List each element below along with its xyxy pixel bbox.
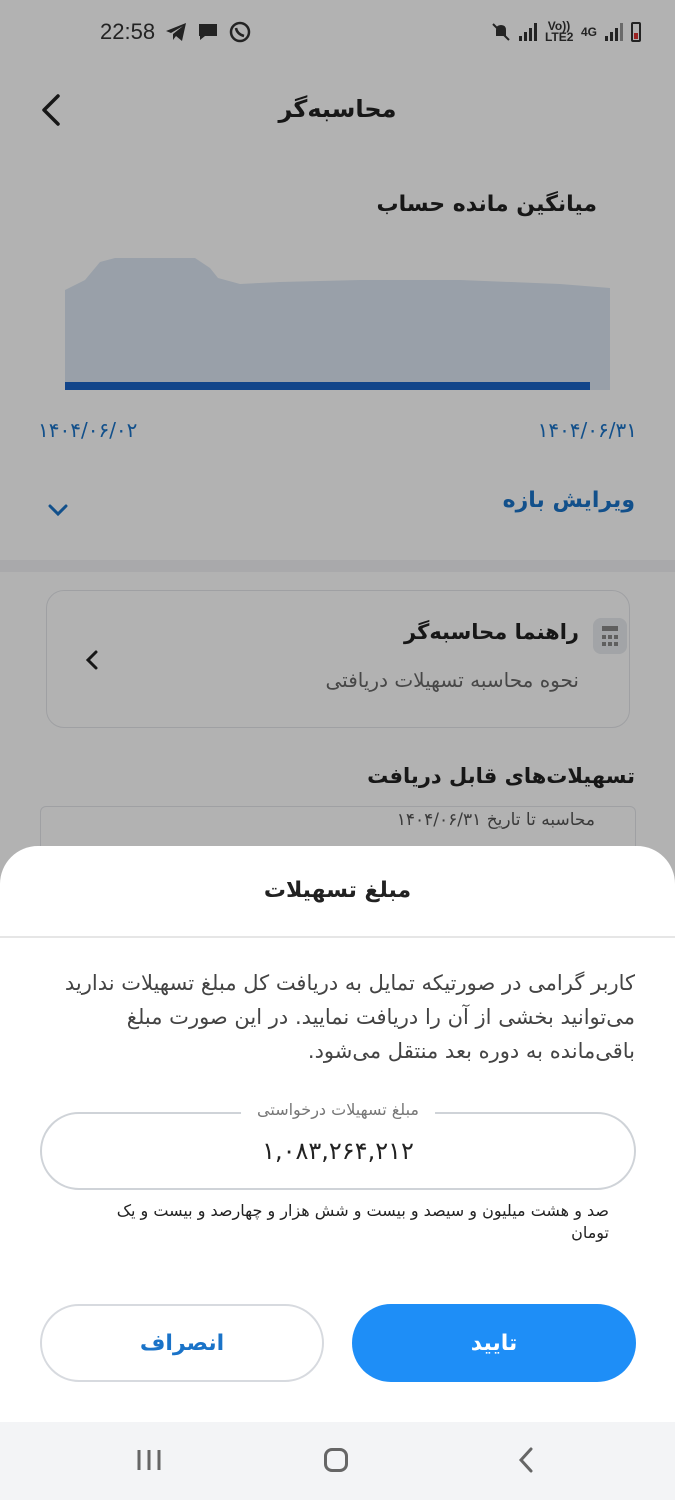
cancel-button[interactable]: انصراف: [40, 1304, 324, 1382]
sheet-description: کاربر گرامی در صورتیکه تمایل به دریافت ک…: [64, 971, 635, 1063]
confirm-button[interactable]: تایید: [352, 1304, 636, 1382]
amount-in-words: صد و هشت میلیون و سیصد و بیست و شش هزار …: [116, 1201, 609, 1242]
amount-field-wrapper: مبلغ تسهیلات درخواستی: [40, 1100, 636, 1190]
amount-field-label: مبلغ تسهیلات درخواستی: [241, 1100, 435, 1119]
requested-amount-input[interactable]: [40, 1112, 636, 1190]
nav-back-icon[interactable]: [516, 1446, 536, 1474]
home-icon[interactable]: [324, 1448, 348, 1472]
amount-bottom-sheet: مبلغ تسهیلات کاربر گرامی در صورتیکه تمای…: [0, 846, 675, 1422]
sheet-title: مبلغ تسهیلات: [263, 878, 412, 903]
recents-icon[interactable]: [136, 1448, 162, 1472]
system-nav-bar: [0, 1422, 675, 1500]
sheet-separator: [0, 936, 675, 938]
